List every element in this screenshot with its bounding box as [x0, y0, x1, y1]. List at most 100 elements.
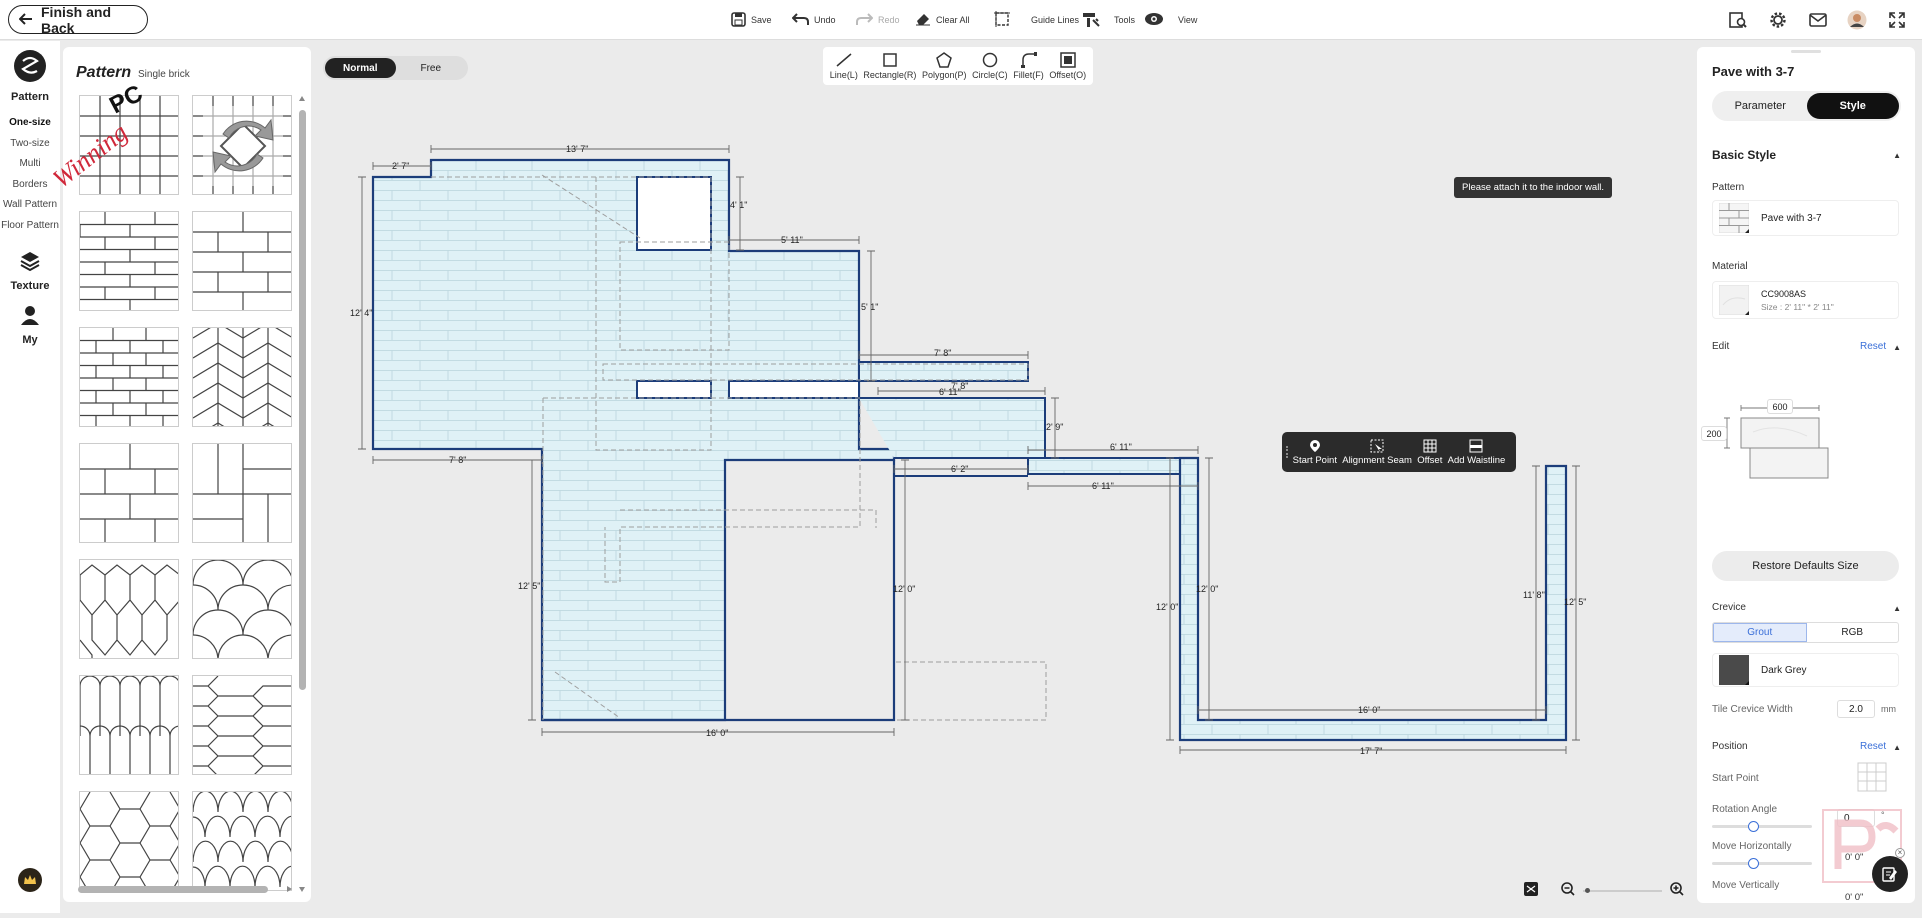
user-icon	[19, 304, 41, 331]
draw-tools-bar: Line(L) Rectangle(R) Polygon(P) Circle(C…	[823, 47, 1093, 85]
basic-style-header[interactable]: Basic Style	[1712, 148, 1776, 162]
ctx-add-waistline[interactable]: Add Waistline	[1448, 439, 1505, 466]
nav-texture[interactable]: Texture	[0, 250, 60, 292]
pattern-tile-fish-scale[interactable]	[192, 559, 292, 659]
feedback-button[interactable]	[1872, 856, 1908, 892]
finish-and-back-button[interactable]: Finish and Back	[8, 4, 148, 36]
position-caret-icon[interactable]: ▲	[1893, 743, 1901, 752]
rotation-slider[interactable]	[1712, 821, 1812, 832]
panel-drag-handle[interactable]	[1791, 50, 1821, 53]
move-horizontal-knob[interactable]	[1748, 858, 1759, 869]
tool-fillet[interactable]: Fillet(F)	[1013, 52, 1044, 80]
collapse-caret-icon[interactable]: ▲	[1893, 151, 1901, 160]
nav-sub-multi[interactable]: Multi	[0, 154, 60, 175]
drag-handle[interactable]	[1286, 446, 1288, 458]
tool-offset[interactable]: Offset(O)	[1049, 52, 1086, 80]
clear-all-button[interactable]: Clear All	[915, 10, 970, 30]
scroll-right-icon[interactable]	[285, 885, 293, 893]
tools-button[interactable]: Tools	[1082, 10, 1135, 30]
pattern-tile-hexagon[interactable]	[79, 791, 179, 891]
redo-button[interactable]: Redo	[856, 10, 900, 30]
pattern-panel: Pattern Single brick PC Winning	[47, 47, 311, 902]
guide-lines-button[interactable]: Guide Lines	[993, 10, 1079, 30]
pattern-tile-brick-large[interactable]	[192, 211, 292, 311]
nav-pattern[interactable]: Pattern	[0, 49, 60, 103]
mail-icon[interactable]	[1808, 10, 1828, 30]
pattern-tile-basket[interactable]	[192, 443, 292, 543]
pattern-tile-herringbone[interactable]	[192, 327, 292, 427]
nav-sub-floor-pattern[interactable]: Floor Pattern	[0, 216, 60, 237]
save-button[interactable]: Save	[731, 10, 772, 30]
search-document-icon[interactable]	[1728, 10, 1748, 30]
zoom-slider[interactable]	[1583, 888, 1662, 893]
room-u[interactable]	[1178, 456, 1568, 742]
tab-parameter[interactable]: Parameter	[1714, 93, 1807, 119]
nav-sub-wall-pattern[interactable]: Wall Pattern	[0, 195, 60, 216]
pattern-tile-arch[interactable]	[79, 675, 179, 775]
crevice-caret-icon[interactable]: ▲	[1893, 604, 1901, 613]
tab-rgb[interactable]: RGB	[1807, 623, 1899, 642]
dim-notch: 4' 1"	[730, 200, 747, 210]
edit-width-input[interactable]: 600	[1767, 399, 1793, 414]
zoom-in-icon[interactable]	[1670, 881, 1684, 901]
pattern-tile-grid[interactable]	[79, 95, 179, 195]
edit-caret-icon[interactable]: ▲	[1893, 343, 1901, 352]
tab-style[interactable]: Style	[1806, 93, 1899, 119]
tool-polygon[interactable]: Polygon(P)	[922, 52, 967, 80]
nav-my[interactable]: My	[0, 304, 60, 346]
pattern-tile-brick-stack[interactable]	[79, 327, 179, 427]
move-vertical-value[interactable]: 0' 0"	[1845, 892, 1863, 903]
avatar[interactable]	[1847, 10, 1867, 30]
pattern-tile-rotate[interactable]	[192, 95, 292, 195]
ctx-alignment-seam[interactable]: Alignment Seam	[1342, 439, 1412, 466]
material-label: Material	[1712, 261, 1748, 272]
material-selector[interactable]: CC9008AS Size : 2' 11" * 2' 11"	[1712, 281, 1899, 319]
pattern-selector[interactable]: Pave with 3-7	[1712, 200, 1899, 236]
pattern-scrollbar-horizontal[interactable]	[73, 885, 293, 893]
zoom-out-icon[interactable]	[1561, 881, 1575, 901]
move-horizontal-value[interactable]: 0' 0"	[1845, 852, 1863, 863]
nav-sub-one-size[interactable]: One-size	[0, 113, 60, 134]
ctx-start-point[interactable]: Start Point	[1293, 439, 1337, 466]
nav-sub-borders[interactable]: Borders	[0, 175, 60, 196]
undo-button[interactable]: Undo	[791, 10, 836, 30]
dim-u-left-inner: 12' 0"	[1196, 584, 1218, 594]
pattern-scrollbar-vertical[interactable]	[298, 95, 306, 895]
scroll-up-icon[interactable]	[298, 95, 306, 103]
scroll-thumb-vertical[interactable]	[299, 110, 306, 690]
tool-line[interactable]: Line(L)	[830, 52, 858, 80]
nav-sub-two-size[interactable]: Two-size	[0, 134, 60, 155]
crevice-color-selector[interactable]: Dark Grey	[1712, 653, 1899, 687]
start-point-grid[interactable]	[1857, 762, 1887, 792]
rotation-knob[interactable]	[1748, 821, 1759, 832]
pattern-tile-elongated-hex[interactable]	[192, 675, 292, 775]
alignment-seam-icon	[1370, 439, 1384, 452]
scroll-down-icon[interactable]	[298, 885, 306, 893]
tool-rectangle[interactable]: Rectangle(R)	[863, 52, 916, 80]
pattern-tile-running-bond[interactable]	[79, 443, 179, 543]
edit-height-input[interactable]: 200	[1701, 426, 1727, 441]
move-vertical-label: Move Vertically	[1712, 880, 1780, 891]
position-reset-link[interactable]: Reset	[1860, 741, 1886, 752]
pattern-tile-scallop[interactable]	[192, 791, 292, 891]
settings-gear-icon[interactable]	[1768, 10, 1788, 30]
edit-reset-link[interactable]: Reset	[1860, 341, 1886, 352]
scroll-thumb-horizontal[interactable]	[78, 886, 268, 893]
floor-plan-canvas[interactable]: 13' 7" 2' 7" 12' 4" 7' 8" 4' 1" 5' 11" 5…	[320, 40, 1692, 913]
rotation-input[interactable]: 0	[1837, 809, 1875, 827]
view-button[interactable]: View	[1144, 10, 1197, 30]
close-feedback-icon[interactable]: ×	[1895, 848, 1905, 858]
crevice-width-input[interactable]: 2.0	[1837, 700, 1875, 718]
tab-grout[interactable]: Grout	[1713, 623, 1807, 642]
crown-icon[interactable]	[18, 868, 42, 892]
fit-view-icon[interactable]	[1524, 881, 1538, 901]
pattern-tile-brick-small[interactable]	[79, 211, 179, 311]
move-horizontal-slider[interactable]	[1712, 858, 1812, 869]
ctx-offset[interactable]: Offset	[1417, 439, 1442, 466]
line-icon	[836, 53, 852, 67]
restore-defaults-button[interactable]: Restore Defaults Size	[1712, 551, 1899, 581]
tool-circle[interactable]: Circle(C)	[972, 52, 1008, 80]
zoom-slider-knob[interactable]	[1585, 888, 1591, 893]
fullscreen-icon[interactable]	[1887, 10, 1907, 30]
pattern-tile-hex-long[interactable]	[79, 559, 179, 659]
